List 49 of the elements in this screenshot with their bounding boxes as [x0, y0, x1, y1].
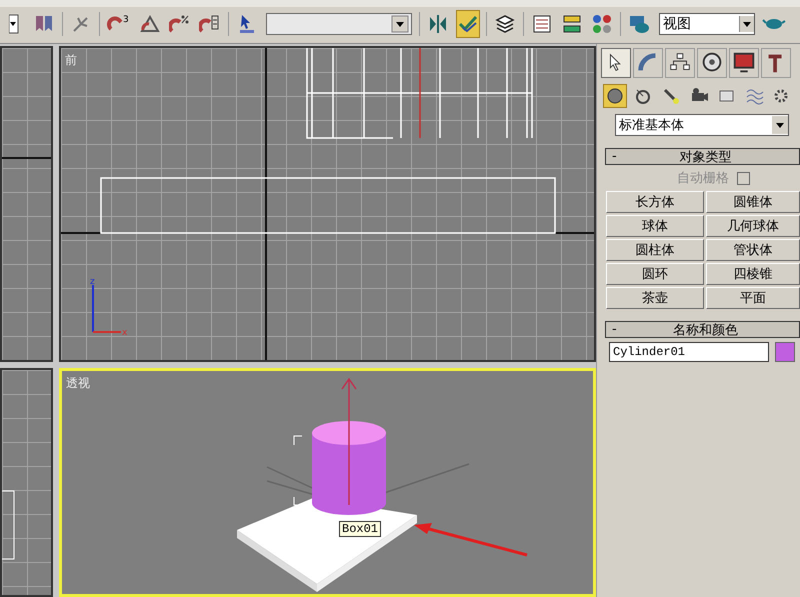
curve-editor-icon — [531, 13, 553, 35]
spinner-snap-icon — [199, 13, 221, 35]
panel-tab[interactable] — [665, 48, 695, 78]
panel-tab[interactable] — [697, 48, 727, 78]
rollout-header[interactable]: - 名称和颜色 — [605, 321, 800, 338]
category-button[interactable] — [603, 84, 627, 108]
schematic-view-icon — [561, 13, 583, 35]
primitive-button[interactable]: 平面 — [706, 287, 800, 309]
primitive-button[interactable]: 管状体 — [706, 239, 800, 261]
percent-snap-icon — [169, 13, 191, 35]
color-swatch[interactable] — [775, 342, 795, 362]
primitive-button[interactable]: 几何球体 — [706, 215, 800, 237]
collapse-sign[interactable]: - — [606, 149, 636, 164]
angle-snap-icon — [139, 13, 161, 35]
primitive-button[interactable]: 四棱锥 — [706, 263, 800, 285]
object-tooltip: Box01 — [339, 521, 382, 537]
teapot-icon — [762, 18, 786, 30]
dropdown-arrow-icon — [9, 14, 19, 34]
panel-tab[interactable] — [601, 48, 631, 78]
viewport-panel[interactable]: Box01 透视 — [59, 368, 596, 597]
view-dropdown[interactable]: 视图 — [659, 13, 755, 35]
mirror-icon — [427, 13, 449, 35]
wireframe-box — [2, 490, 14, 560]
sphere-icon — [605, 86, 625, 106]
viewport-panel[interactable] — [0, 46, 53, 362]
primitive-button[interactable]: 圆柱体 — [606, 239, 704, 261]
dropdown-arrow-icon[interactable] — [776, 122, 784, 128]
name-field[interactable]: Cylinder01 — [609, 342, 769, 362]
rollout-title[interactable]: 对象类型 — [636, 148, 799, 166]
checkbox-label: 自动栅格 — [677, 170, 729, 187]
rollout-header[interactable]: - 对象类型 — [605, 148, 800, 165]
category-dropdown[interactable]: 标准基本体 — [615, 114, 789, 136]
primitive-button[interactable]: 长方体 — [606, 191, 704, 213]
primitive-button[interactable]: 茶壶 — [606, 287, 704, 309]
rollout-title[interactable]: 名称和颜色 — [636, 320, 799, 338]
primitive-button[interactable]: 圆锥体 — [706, 191, 800, 213]
collapse-sign[interactable]: - — [606, 322, 636, 337]
primitive-button[interactable]: 球体 — [606, 215, 704, 237]
light-icon — [661, 86, 681, 106]
axis-line — [2, 157, 51, 159]
viewport-panel[interactable] — [0, 368, 53, 597]
panel-tab[interactable] — [729, 48, 759, 78]
panel-tab[interactable] — [761, 48, 791, 78]
checkmark-icon — [457, 13, 479, 35]
layers-icon — [494, 13, 516, 35]
material-spheres-icon — [591, 13, 613, 35]
dropdown-arrow-icon[interactable] — [743, 22, 751, 26]
primitive-button[interactable]: 圆环 — [606, 263, 704, 285]
teapot-icon — [628, 13, 652, 35]
